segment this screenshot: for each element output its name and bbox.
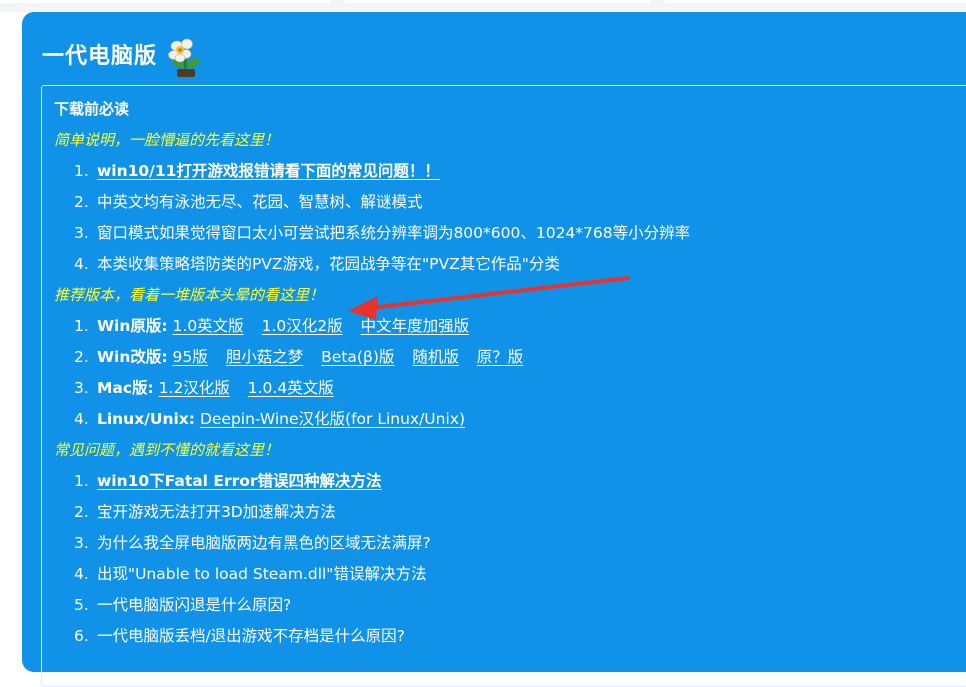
list-item: 3. 为什么我全屏电脑版两边有黑色的区域无法满屏? xyxy=(54,528,962,559)
list-item: 3. Mac版: 1.2汉化版 1.0.4英文版 xyxy=(54,373,962,404)
list-item: 4. 出现"Unable to load Steam.dll"错误解决方法 xyxy=(54,559,962,590)
item-text: 为什么我全屏电脑版两边有黑色的区域无法满屏? xyxy=(96,534,431,552)
item-text: 宝开游戏无法打开3D加速解决方法 xyxy=(96,503,336,521)
version-link[interactable]: Beta(β)版 xyxy=(321,348,394,366)
section-title: 推荐版本，看着一堆版本头晕的看这里！ xyxy=(54,286,325,304)
item-number: 3. xyxy=(74,224,89,242)
item-text: 一代电脑版丢档/退出游戏不存档是什么原因? xyxy=(96,627,405,645)
list-item: 5. 一代电脑版闪退是什么原因? xyxy=(54,590,962,621)
item-text: 一代电脑版闪退是什么原因? xyxy=(96,596,292,614)
item-number: 3. xyxy=(74,379,89,397)
item-text: 中英文均有泳池无尽、花园、智慧树、解谜模式 xyxy=(96,193,423,211)
list-item: 6. 一代电脑版丢档/退出游戏不存档是什么原因? xyxy=(54,621,962,652)
item-number: 6. xyxy=(74,627,89,645)
game-panel: 一代电脑版 下载前必读 简单说明，一脸懵逼的先看这里！ 1. win10/11打… xyxy=(22,12,966,687)
version-label: Mac版: xyxy=(96,379,154,397)
list-item: 2. Win改版: 95版 胆小菇之梦 Beta(β)版 随机版 原？版 xyxy=(54,342,962,373)
item-text: 窗口模式如果觉得窗口太小可尝试把系统分辨率调为800*600、1024*768等… xyxy=(96,224,691,242)
version-label: Win改版: xyxy=(96,348,168,366)
version-link[interactable]: 1.2汉化版 xyxy=(159,379,230,397)
item-number: 3. xyxy=(74,534,89,552)
list-item: 4. Linux/Unix: Deepin-Wine汉化版(for Linux/… xyxy=(54,404,962,435)
version-link[interactable]: 1.0.4英文版 xyxy=(248,379,334,397)
version-link[interactable]: 95版 xyxy=(173,348,208,366)
version-link[interactable]: 原？版 xyxy=(477,348,524,366)
item-number: 4. xyxy=(74,410,89,428)
section-title: 常见问题，遇到不懂的就看这里！ xyxy=(54,441,280,459)
notice-heading: 下载前必读 xyxy=(54,100,130,118)
version-link[interactable]: 随机版 xyxy=(412,348,459,366)
top-tab-divider xyxy=(345,0,650,3)
version-link[interactable]: 中文年度加强版 xyxy=(361,317,470,335)
version-link[interactable]: 胆小菇之梦 xyxy=(226,348,304,366)
item-number: 2. xyxy=(74,193,89,211)
item-number: 2. xyxy=(74,348,89,366)
plant-flower-icon xyxy=(168,38,200,77)
list-item: 3. 窗口模式如果觉得窗口太小可尝试把系统分辨率调为800*600、1024*7… xyxy=(54,218,962,249)
item-number: 4. xyxy=(74,565,89,583)
version-label: Linux/Unix: xyxy=(96,410,195,428)
item-number: 1. xyxy=(74,317,89,335)
win10-error-faq-link[interactable]: win10/11打开游戏报错请看下面的常见问题！！ xyxy=(97,162,440,180)
notice-box: 下载前必读 简单说明，一脸懵逼的先看这里！ 1. win10/11打开游戏报错请… xyxy=(41,85,966,687)
list-item: 4. 本类收集策略塔防类的PVZ游戏，花园战争等在"PVZ其它作品"分类 xyxy=(54,249,962,280)
list-item: 1. win10/11打开游戏报错请看下面的常见问题！！ xyxy=(54,156,962,187)
list-item: 2. 中英文均有泳池无尽、花园、智慧树、解谜模式 xyxy=(54,187,962,218)
version-link[interactable]: 1.0英文版 xyxy=(173,317,244,335)
item-number: 1. xyxy=(74,162,89,180)
section-title: 简单说明，一脸懵逼的先看这里！ xyxy=(54,131,280,149)
top-strip xyxy=(0,0,966,12)
list-item: 2. 宝开游戏无法打开3D加速解决方法 xyxy=(54,497,962,528)
fatal-error-fix-link[interactable]: win10下Fatal Error错误四种解决方法 xyxy=(97,472,382,490)
item-text: 本类收集策略塔防类的PVZ游戏，花园战争等在"PVZ其它作品"分类 xyxy=(96,255,560,273)
version-label: Win原版: xyxy=(96,317,168,335)
list-item: 1. Win原版: 1.0英文版 1.0汉化2版 中文年度加强版 xyxy=(54,311,962,342)
version-link[interactable]: 1.0汉化2版 xyxy=(262,317,343,335)
item-number: 5. xyxy=(74,596,89,614)
panel-title: 一代电脑版 xyxy=(42,44,158,69)
top-tab-divider xyxy=(0,0,330,3)
item-number: 2. xyxy=(74,503,89,521)
list-item: 1. win10下Fatal Error错误四种解决方法 xyxy=(54,466,962,497)
item-number: 1. xyxy=(74,472,89,490)
notice-content: 下载前必读 简单说明，一脸懵逼的先看这里！ 1. win10/11打开游戏报错请… xyxy=(54,96,962,652)
version-link[interactable]: Deepin-Wine汉化版(for Linux/Unix) xyxy=(200,410,465,428)
item-number: 4. xyxy=(74,255,89,273)
item-text: 出现"Unable to load Steam.dll"错误解决方法 xyxy=(96,565,427,583)
top-tab-divider xyxy=(665,0,966,3)
